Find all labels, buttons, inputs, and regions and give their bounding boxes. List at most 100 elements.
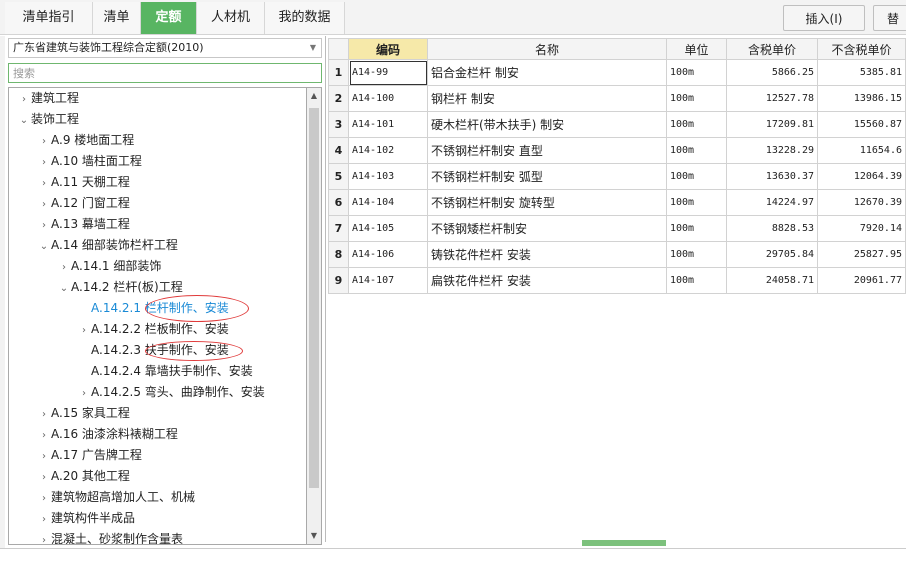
code-cell[interactable]: A14-104	[348, 189, 428, 216]
tab-bill[interactable]: 清单	[93, 2, 141, 34]
table-row[interactable]: 3 A14-101 硬木栏杆(带木扶手) 制安 100m 17209.81 15560.8…	[328, 111, 906, 138]
tree-node[interactable]: › A.11 天棚工程	[37, 172, 130, 192]
row-number[interactable]: 2	[328, 85, 349, 112]
unit-cell[interactable]: 100m	[666, 267, 727, 294]
table-row[interactable]: 2 A14-100 钢栏杆 制安 100m 12527.78 13986.15	[328, 85, 906, 112]
notax-price-cell[interactable]: 13986.15	[817, 85, 906, 112]
tree-node[interactable]: › A.15 家具工程	[37, 403, 130, 423]
row-number[interactable]: 8	[328, 241, 349, 268]
chevron-right-icon[interactable]: ›	[37, 489, 51, 509]
code-cell[interactable]: A14-105	[348, 215, 428, 242]
tax-price-column-header[interactable]: 含税单价	[726, 38, 818, 60]
notax-price-cell[interactable]: 11654.6	[817, 137, 906, 164]
chevron-right-icon[interactable]: ›	[37, 531, 51, 544]
row-number[interactable]: 9	[328, 267, 349, 294]
name-cell[interactable]: 不锈钢矮栏杆制安	[427, 215, 667, 242]
notax-price-column-header[interactable]: 不含税单价	[817, 38, 906, 60]
tax-price-cell[interactable]: 13630.37	[726, 163, 818, 190]
tax-price-cell[interactable]: 13228.29	[726, 137, 818, 164]
unit-cell[interactable]: 100m	[666, 111, 727, 138]
name-cell[interactable]: 扁铁花件栏杆 安装	[427, 267, 667, 294]
tab-my-data[interactable]: 我的数据	[265, 2, 345, 34]
tree-scrollbar[interactable]: ▲ ▼	[306, 87, 322, 545]
chevron-right-icon[interactable]: ›	[37, 153, 51, 173]
table-row[interactable]: 4 A14-102 不锈钢栏杆制安 直型 100m 13228.29 11654.6	[328, 137, 906, 164]
chevron-down-icon[interactable]: ⌄	[57, 279, 71, 299]
code-cell[interactable]: A14-107	[348, 267, 428, 294]
code-cell[interactable]: A14-101	[348, 111, 428, 138]
tree-node[interactable]: ⌄ 装饰工程	[17, 109, 79, 129]
chevron-right-icon[interactable]: ›	[77, 321, 91, 341]
tree-node[interactable]: › A.13 幕墙工程	[37, 214, 130, 234]
tree-node[interactable]: › A.9 楼地面工程	[37, 130, 134, 150]
code-cell[interactable]: A14-106	[348, 241, 428, 268]
tab-bill-guide[interactable]: 清单指引	[5, 2, 93, 34]
tax-price-cell[interactable]: 12527.78	[726, 85, 818, 112]
unit-cell[interactable]: 100m	[666, 189, 727, 216]
tree-node[interactable]: ⌄ A.14.2 栏杆(板)工程	[57, 277, 183, 297]
search-input[interactable]	[8, 63, 322, 83]
tree-node[interactable]: › 混凝土、砂浆制作含量表	[37, 529, 183, 544]
notax-price-cell[interactable]: 7920.14	[817, 215, 906, 242]
table-row[interactable]: 9 A14-107 扁铁花件栏杆 安装 100m 24058.71 20961.77	[328, 267, 906, 294]
tree-node[interactable]: › 建筑工程	[17, 88, 79, 108]
tree-node[interactable]: › A.20 其他工程	[37, 466, 130, 486]
notax-price-cell[interactable]: 12064.39	[817, 163, 906, 190]
tax-price-cell[interactable]: 24058.71	[726, 267, 818, 294]
tree-node[interactable]: A.14.2.4 靠墙扶手制作、安装	[77, 361, 253, 381]
row-number[interactable]: 1	[328, 59, 349, 86]
chevron-right-icon[interactable]: ›	[37, 468, 51, 488]
chevron-right-icon[interactable]: ›	[17, 90, 31, 110]
name-column-header[interactable]: 名称	[427, 38, 667, 60]
name-cell[interactable]: 不锈钢栏杆制安 直型	[427, 137, 667, 164]
chevron-right-icon[interactable]: ›	[37, 405, 51, 425]
code-cell[interactable]: A14-103	[348, 163, 428, 190]
name-cell[interactable]: 铸铁花件栏杆 安装	[427, 241, 667, 268]
unit-column-header[interactable]: 单位	[666, 38, 727, 60]
unit-cell[interactable]: 100m	[666, 163, 727, 190]
tree-node[interactable]: › 建筑物超高增加人工、机械	[37, 487, 195, 507]
code-cell[interactable]: A14-99	[348, 59, 428, 86]
chevron-right-icon[interactable]: ›	[77, 384, 91, 404]
notax-price-cell[interactable]: 5385.81	[817, 59, 906, 86]
chevron-right-icon[interactable]: ›	[37, 132, 51, 152]
tree-node[interactable]: › 建筑构件半成品	[37, 508, 135, 528]
unit-cell[interactable]: 100m	[666, 85, 727, 112]
row-number[interactable]: 3	[328, 111, 349, 138]
tree-node[interactable]: › A.17 广告牌工程	[37, 445, 142, 465]
table-row[interactable]: 1 A14-99 铝合金栏杆 制安 100m 5866.25 5385.81	[328, 59, 906, 86]
code-column-header[interactable]: 编码	[348, 38, 428, 60]
replace-button[interactable]: 替	[873, 5, 906, 31]
name-cell[interactable]: 不锈钢栏杆制安 弧型	[427, 163, 667, 190]
table-row[interactable]: 5 A14-103 不锈钢栏杆制安 弧型 100m 13630.37 12064.39	[328, 163, 906, 190]
chevron-right-icon[interactable]: ›	[37, 195, 51, 215]
chevron-down-icon[interactable]: ⌄	[37, 237, 51, 257]
chevron-right-icon[interactable]: ›	[37, 216, 51, 236]
tax-price-cell[interactable]: 14224.97	[726, 189, 818, 216]
unit-cell[interactable]: 100m	[666, 137, 727, 164]
chevron-right-icon[interactable]: ›	[37, 174, 51, 194]
name-cell[interactable]: 硬木栏杆(带木扶手) 制安	[427, 111, 667, 138]
row-number[interactable]: 7	[328, 215, 349, 242]
code-cell[interactable]: A14-102	[348, 137, 428, 164]
chevron-right-icon[interactable]: ›	[37, 426, 51, 446]
unit-cell[interactable]: 100m	[666, 59, 727, 86]
name-cell[interactable]: 不锈钢栏杆制安 旋转型	[427, 189, 667, 216]
insert-button[interactable]: 插入(I)	[783, 5, 865, 31]
scrollbar-thumb[interactable]	[309, 108, 319, 488]
notax-price-cell[interactable]: 12670.39	[817, 189, 906, 216]
row-number[interactable]: 4	[328, 137, 349, 164]
tree-node[interactable]: › A.10 墙柱面工程	[37, 151, 142, 171]
tax-price-cell[interactable]: 29705.84	[726, 241, 818, 268]
row-number[interactable]: 6	[328, 189, 349, 216]
name-cell[interactable]: 铝合金栏杆 制安	[427, 59, 667, 86]
tax-price-cell[interactable]: 5866.25	[726, 59, 818, 86]
tax-price-cell[interactable]: 8828.53	[726, 215, 818, 242]
tax-price-cell[interactable]: 17209.81	[726, 111, 818, 138]
unit-cell[interactable]: 100m	[666, 215, 727, 242]
tree-node[interactable]: › A.14.1 细部装饰	[57, 256, 161, 276]
name-cell[interactable]: 钢栏杆 制安	[427, 85, 667, 112]
notax-price-cell[interactable]: 20961.77	[817, 267, 906, 294]
tree-node[interactable]: › A.14.2.5 弯头、曲踭制作、安装	[77, 382, 265, 402]
chevron-right-icon[interactable]: ›	[37, 510, 51, 530]
